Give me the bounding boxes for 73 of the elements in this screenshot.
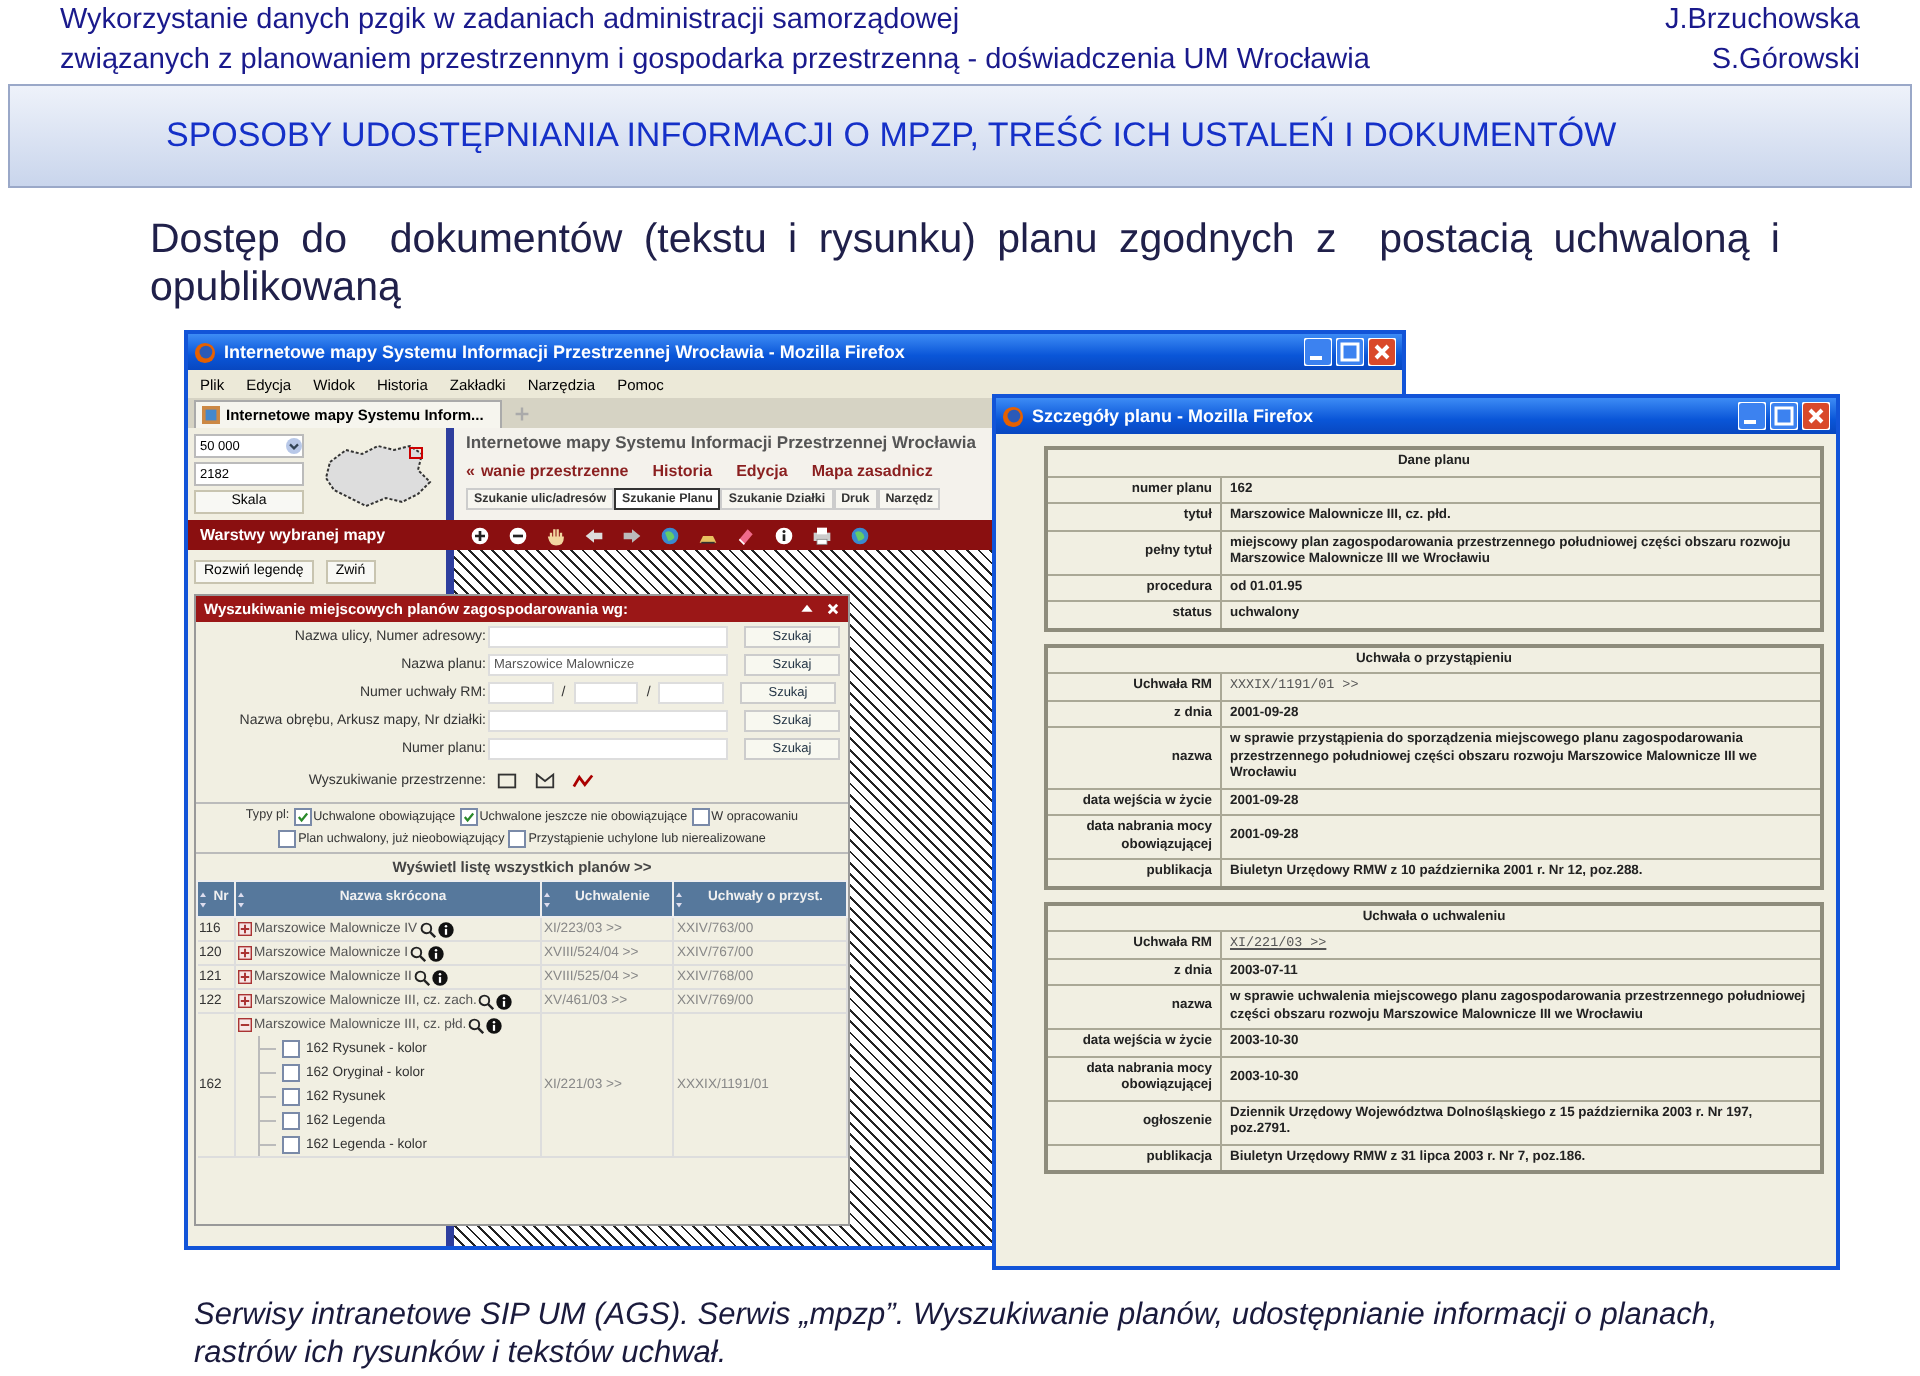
input-field[interactable] — [488, 625, 728, 647]
checkbox[interactable] — [459, 808, 478, 826]
arrow-left-icon[interactable] — [584, 525, 604, 545]
magnifier-icon[interactable] — [478, 993, 495, 1009]
expander-icon[interactable] — [238, 922, 252, 936]
slide-heading: Dostęp do dokumentów (tekstu i rysunku) planu zgodnych z postacią uchwaloną i opublikowaną — [150, 216, 1780, 312]
minimize-icon[interactable] — [1738, 402, 1766, 430]
site-icon — [202, 406, 220, 424]
app-title: Internetowe mapy Systemu Informacji Przestrzennej Wrocławia — [466, 432, 978, 452]
author-name: J.Brzuchowska — [1664, 2, 1860, 40]
close-icon[interactable] — [826, 602, 840, 616]
close-icon[interactable] — [1368, 338, 1396, 366]
checkbox[interactable] — [282, 1039, 300, 1057]
slide-title: SPOSOBY UDOSTĘPNIANIA INFORMACJI O MPZP, TREŚĆ ICH USTALEŃ I DOKUMENTÓW — [166, 116, 1617, 156]
expander-icon[interactable] — [238, 1018, 252, 1032]
input-field[interactable] — [488, 709, 728, 731]
chevron-down-icon — [286, 438, 302, 454]
input-field[interactable] — [658, 681, 725, 703]
window-title: Szczegóły planu - Mozilla Firefox — [1032, 406, 1314, 426]
magnifier-icon[interactable] — [419, 921, 436, 937]
slide-caption: Serwisy intranetowe SIP UM (AGS). Serwis „mpzp”. Wyszukiwanie planów, udostępnianie informacji o planach, rastrów ich rysunków i tekstów uchwał. — [194, 1296, 1720, 1372]
checkbox[interactable] — [293, 808, 312, 826]
browser-logo-icon — [194, 341, 216, 363]
checkbox[interactable] — [278, 830, 297, 848]
input-field[interactable] — [488, 737, 728, 759]
browser-logo-icon — [1002, 405, 1024, 427]
globe-icon[interactable] — [660, 525, 680, 545]
window-title: Internetowe mapy Systemu Informacji Przestrzennej Wrocławia - Mozilla Firefox — [224, 342, 905, 362]
scroll-left-link[interactable]: « — [466, 461, 475, 479]
sort-icon — [200, 892, 206, 908]
maximize-icon[interactable] — [1770, 402, 1798, 430]
minimize-icon[interactable] — [1304, 338, 1332, 366]
eraser-icon[interactable] — [736, 525, 756, 545]
collapse-triangle-icon[interactable] — [800, 602, 814, 616]
layers-title: Warstwy wybranej mapy — [198, 526, 388, 544]
info-icon[interactable] — [431, 969, 448, 985]
polyline-icon[interactable] — [572, 769, 594, 791]
input-field[interactable] — [573, 681, 639, 703]
checkbox[interactable] — [282, 1111, 300, 1129]
zoom-in-icon[interactable] — [470, 525, 490, 545]
hand-icon[interactable] — [546, 525, 566, 545]
checkbox[interactable] — [282, 1063, 300, 1081]
magnifier-icon[interactable] — [410, 945, 427, 961]
nav-item[interactable]: Edycja — [736, 461, 788, 479]
close-icon[interactable] — [1802, 402, 1830, 430]
header-line: Wykorzystanie danych pzgik w zadaniach administracji samorządowej — [60, 2, 962, 40]
header-line: związanych z planowaniem przestrzennym i gospodarka przestrzenną - doświadczenia UM Wrocławia — [60, 42, 1370, 80]
zoom-out-icon[interactable] — [508, 525, 528, 545]
nav-item[interactable]: Mapa zasadnicz — [811, 461, 933, 479]
globe-icon[interactable] — [850, 525, 870, 545]
arrow-right-icon[interactable] — [622, 525, 642, 545]
polygon-icon[interactable] — [534, 769, 556, 791]
checkbox[interactable] — [282, 1135, 300, 1153]
info-icon[interactable] — [496, 993, 513, 1009]
expander-icon[interactable] — [238, 994, 252, 1008]
input-field[interactable] — [488, 681, 554, 703]
expander-icon[interactable] — [238, 946, 252, 960]
magnifier-icon[interactable] — [413, 969, 430, 985]
maximize-icon[interactable] — [1336, 338, 1364, 366]
info-icon[interactable] — [428, 945, 445, 961]
info-icon[interactable] — [774, 525, 794, 545]
info-icon[interactable] — [437, 921, 454, 937]
author-name: S.Górowski — [1709, 42, 1860, 80]
nav-item[interactable]: wanie przestrzenne — [480, 461, 629, 479]
magnifier-icon[interactable] — [468, 1017, 485, 1033]
rectangle-icon[interactable] — [496, 769, 518, 791]
expander-icon[interactable] — [238, 970, 252, 984]
nav-item[interactable]: Historia — [652, 461, 713, 479]
checkbox[interactable] — [282, 1087, 300, 1105]
checkbox[interactable] — [691, 808, 710, 826]
printer-icon[interactable] — [812, 525, 832, 545]
info-icon[interactable] — [486, 1017, 503, 1033]
checkbox[interactable] — [508, 830, 527, 848]
